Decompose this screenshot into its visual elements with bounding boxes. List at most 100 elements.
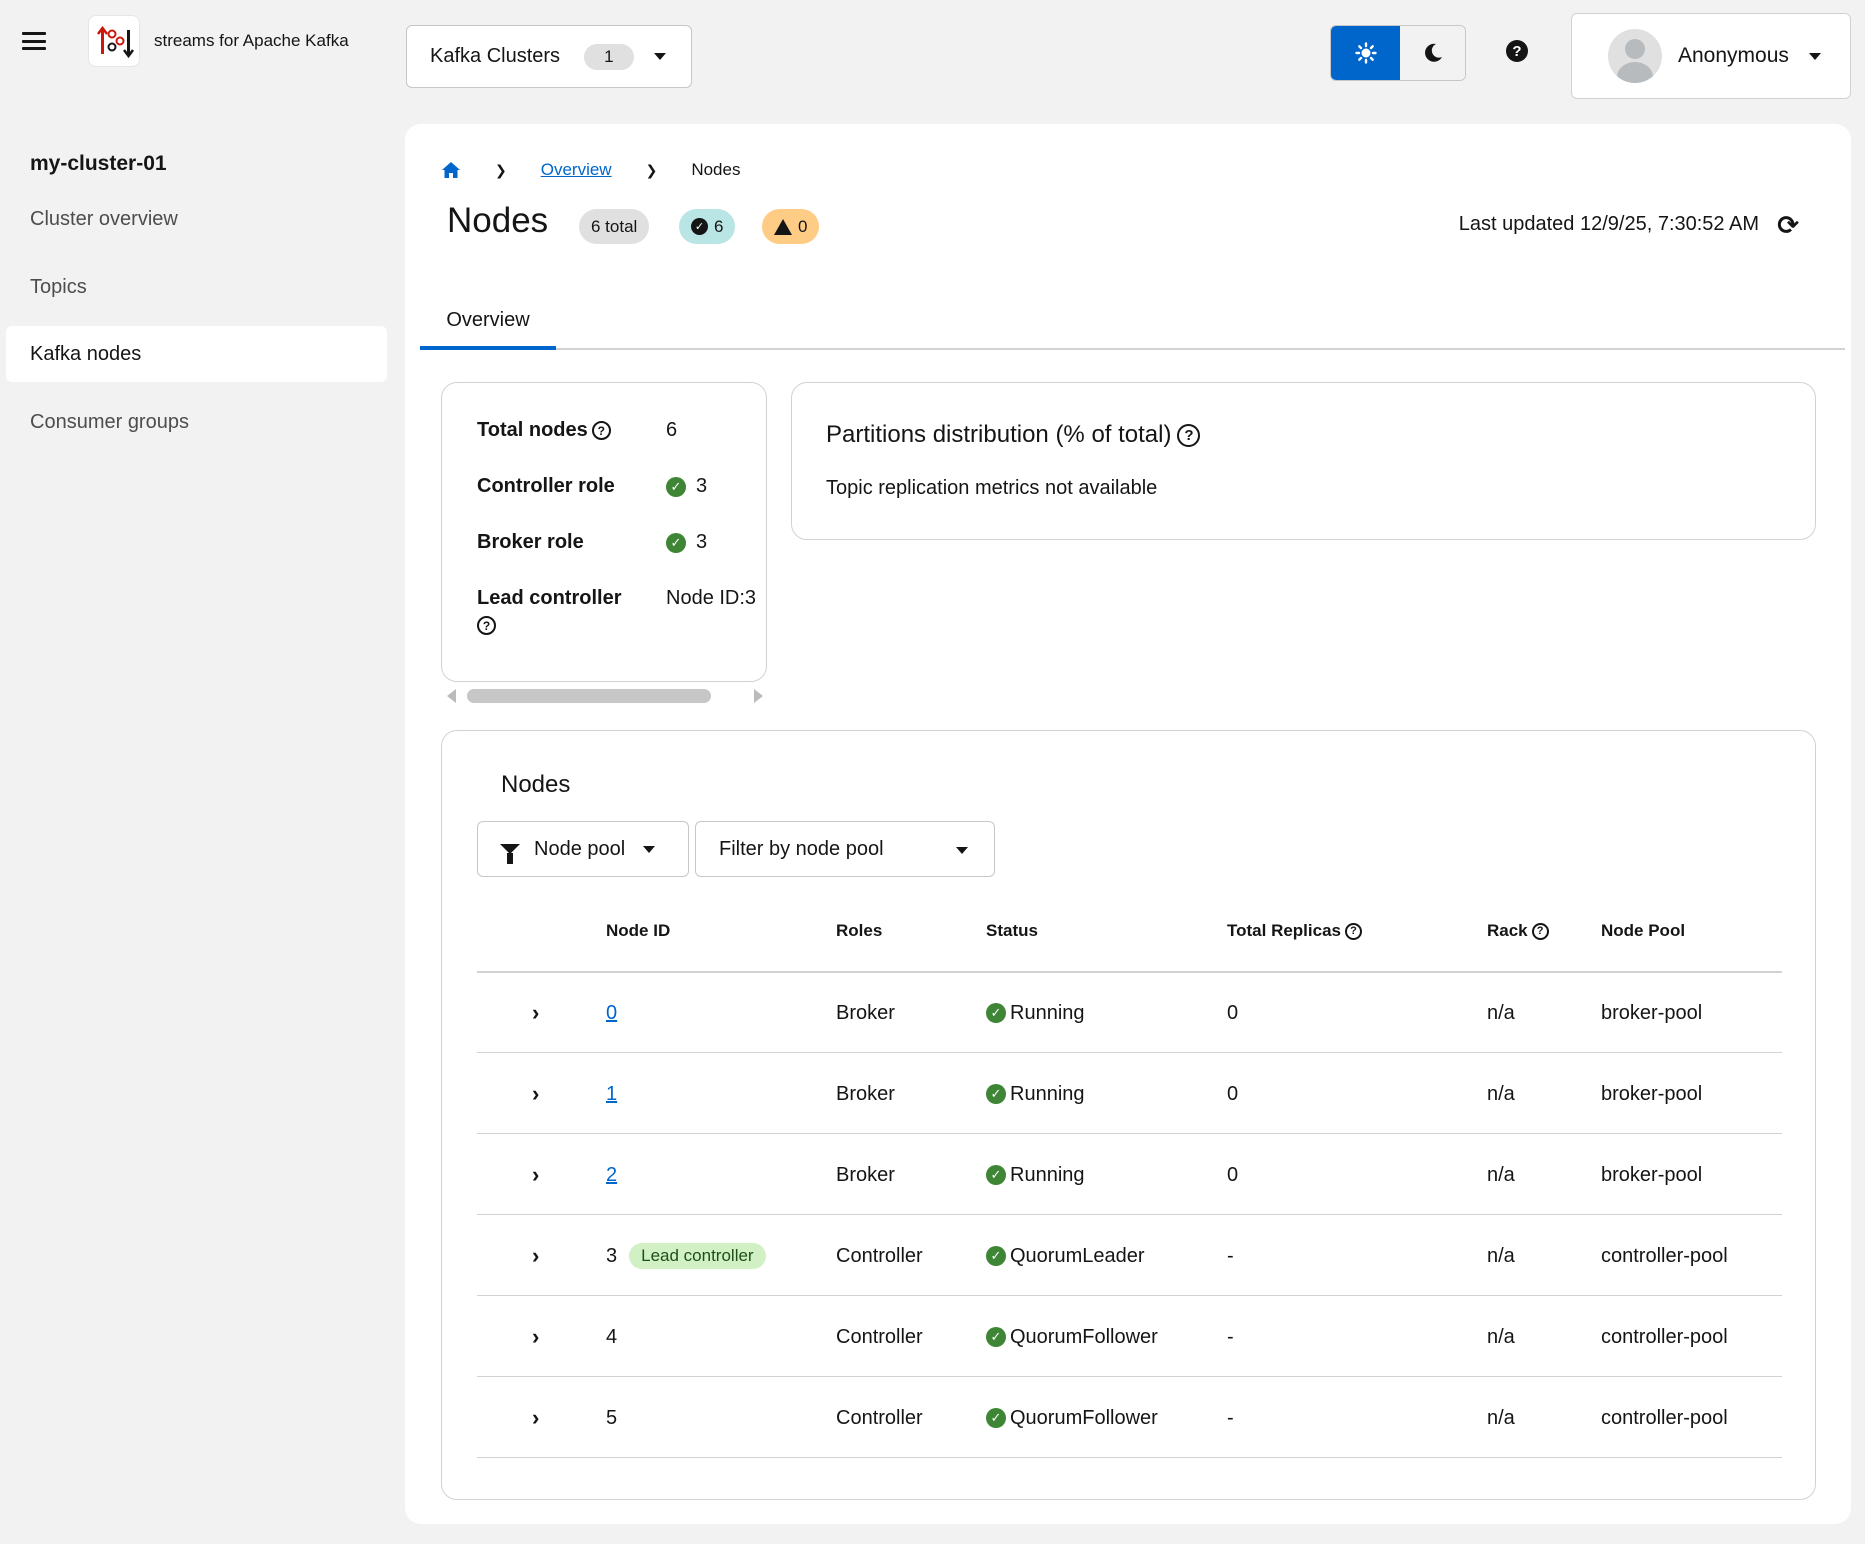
expand-chevron-icon[interactable]: ›	[532, 1135, 539, 1215]
node-id-link[interactable]: 0	[606, 1002, 617, 1025]
cluster-selector-label: Kafka Clusters	[430, 45, 561, 67]
question-circle-icon[interactable]: ?	[1345, 922, 1362, 940]
scroll-right-icon[interactable]	[754, 689, 763, 703]
lead-controller-label: Lead controller?	[477, 587, 621, 635]
chevron-right-icon: ❯	[645, 161, 658, 178]
col-node-id[interactable]: Node ID	[606, 921, 670, 941]
avatar	[1608, 29, 1662, 83]
scroll-left-icon[interactable]	[447, 689, 456, 703]
node-pool-filter-select[interactable]: Filter by node pool	[695, 821, 995, 877]
table-row: › 2 Broker ✓ Running 0 n/a broker-pool	[477, 1135, 1782, 1215]
breadcrumb-overview-link[interactable]: Overview	[541, 160, 612, 180]
lead-controller-value: Node ID:3	[666, 587, 757, 609]
node-rack: n/a	[1487, 1001, 1515, 1024]
node-role: Broker	[836, 1082, 895, 1105]
expand-chevron-icon[interactable]: ›	[532, 973, 539, 1053]
partitions-title: Partitions distribution (% of total)?	[826, 421, 1201, 449]
refresh-icon[interactable]: ⟳	[1777, 212, 1799, 238]
node-replicas: 0	[1227, 1163, 1239, 1186]
user-menu[interactable]: Anonymous	[1571, 13, 1851, 99]
check-circle-icon: ✓	[666, 476, 686, 497]
nodes-table-title: Nodes	[501, 771, 571, 798]
expand-chevron-icon[interactable]: ›	[532, 1297, 539, 1377]
total-nodes-badge: 6 total	[579, 209, 650, 244]
node-pool: broker-pool	[1601, 1163, 1703, 1186]
table-row: › 1 Broker ✓ Running 0 n/a broker-pool	[477, 1054, 1782, 1134]
sidebar-item-topics[interactable]: Topics	[6, 259, 387, 315]
check-circle-icon: ✓	[986, 1408, 1006, 1428]
sidebar-item-kafka-nodes[interactable]: Kafka nodes	[6, 326, 387, 382]
question-circle-icon[interactable]: ?	[1506, 40, 1528, 62]
expand-chevron-icon[interactable]: ›	[532, 1054, 539, 1134]
lead-controller-label: Lead controller	[629, 1243, 766, 1269]
expand-chevron-icon[interactable]: ›	[532, 1216, 539, 1296]
filter-attribute-label: Node pool	[534, 837, 626, 860]
node-pool: controller-pool	[1601, 1325, 1728, 1348]
table-header: Node ID Roles Status Total Replicas? Rac…	[477, 921, 1782, 955]
check-circle-icon: ✓	[986, 1003, 1006, 1023]
sidebar-item-consumer-groups[interactable]: Consumer groups	[6, 394, 387, 450]
warning-count: 0	[798, 216, 808, 236]
tab-overview[interactable]: Overview	[420, 294, 556, 350]
node-pool: broker-pool	[1601, 1001, 1703, 1024]
home-icon[interactable]	[441, 161, 461, 179]
col-roles[interactable]: Roles	[836, 921, 882, 941]
table-row: › 5 Controller ✓ QuorumFollower - n/a con…	[477, 1378, 1782, 1458]
hamburger-menu-icon[interactable]	[22, 30, 46, 52]
question-circle-icon[interactable]: ?	[1531, 922, 1549, 940]
light-theme-button[interactable]	[1331, 26, 1400, 80]
node-replicas: -	[1227, 1325, 1234, 1348]
broker-role-label: Broker role	[477, 531, 584, 553]
col-node-pool[interactable]: Node Pool	[1601, 921, 1685, 941]
masthead: streams for Apache Kafka Kafka Clusters …	[0, 0, 1865, 112]
breadcrumb: ❯ Overview ❯ Nodes	[441, 160, 740, 180]
sun-icon	[1354, 42, 1377, 64]
table-row: › 4 Controller ✓ QuorumFollower - n/a con…	[477, 1297, 1782, 1377]
node-rack: n/a	[1487, 1163, 1515, 1186]
node-role: Broker	[836, 1001, 895, 1024]
node-role: Broker	[836, 1163, 895, 1186]
filter-attribute-button[interactable]: Node pool	[477, 821, 689, 877]
node-id: 5	[606, 1406, 618, 1429]
node-pool: controller-pool	[1601, 1244, 1728, 1267]
col-total-replicas[interactable]: Total Replicas?	[1227, 921, 1362, 941]
node-id-link[interactable]: 2	[606, 1164, 617, 1187]
warning-triangle-icon	[774, 218, 792, 235]
expand-chevron-icon[interactable]: ›	[532, 1378, 539, 1458]
cluster-selector[interactable]: Kafka Clusters 1	[406, 25, 692, 88]
node-rack: n/a	[1487, 1244, 1515, 1267]
total-nodes-value: 6	[666, 419, 678, 441]
brand-logo[interactable]	[88, 15, 140, 67]
check-circle-icon: ✓	[986, 1165, 1006, 1185]
question-circle-icon[interactable]: ?	[1177, 423, 1201, 447]
check-circle-icon: ✓	[691, 218, 708, 235]
broker-role-value: ✓ 3	[666, 531, 707, 554]
node-rack: n/a	[1487, 1082, 1515, 1105]
node-id: 4	[606, 1325, 618, 1348]
cluster-count-badge: 1	[584, 43, 634, 70]
table-row: › 0 Broker ✓ Running 0 n/a broker-pool	[477, 973, 1782, 1053]
check-circle-icon: ✓	[986, 1327, 1006, 1347]
dark-theme-button[interactable]	[1400, 26, 1465, 80]
question-circle-icon[interactable]: ?	[477, 616, 496, 635]
sidebar-item-cluster-overview[interactable]: Cluster overview	[6, 191, 387, 247]
controller-role-value: ✓ 3	[666, 475, 707, 498]
node-replicas: -	[1227, 1244, 1234, 1267]
node-pool: controller-pool	[1601, 1406, 1728, 1429]
scrollbar-thumb[interactable]	[467, 689, 711, 703]
node-role: Controller	[836, 1406, 923, 1429]
healthy-nodes-badge: ✓ 6	[679, 209, 736, 244]
node-id-link[interactable]: 1	[606, 1083, 617, 1106]
col-status[interactable]: Status	[986, 921, 1038, 941]
node-replicas: -	[1227, 1406, 1234, 1429]
summary-scrollbar[interactable]	[445, 686, 767, 704]
node-status: ✓ Running	[986, 973, 1085, 1053]
page-title: Nodes	[447, 201, 549, 240]
brand-name: streams for Apache Kafka	[154, 31, 349, 50]
question-circle-icon[interactable]: ?	[591, 421, 611, 441]
node-status: ✓ Running	[986, 1054, 1085, 1134]
col-rack[interactable]: Rack?	[1487, 921, 1549, 941]
nodes-table-card: Nodes Node pool Filter by node pool Node…	[441, 730, 1816, 1500]
tabs: Overview	[420, 294, 1845, 350]
breadcrumb-current: Nodes	[691, 160, 741, 179]
